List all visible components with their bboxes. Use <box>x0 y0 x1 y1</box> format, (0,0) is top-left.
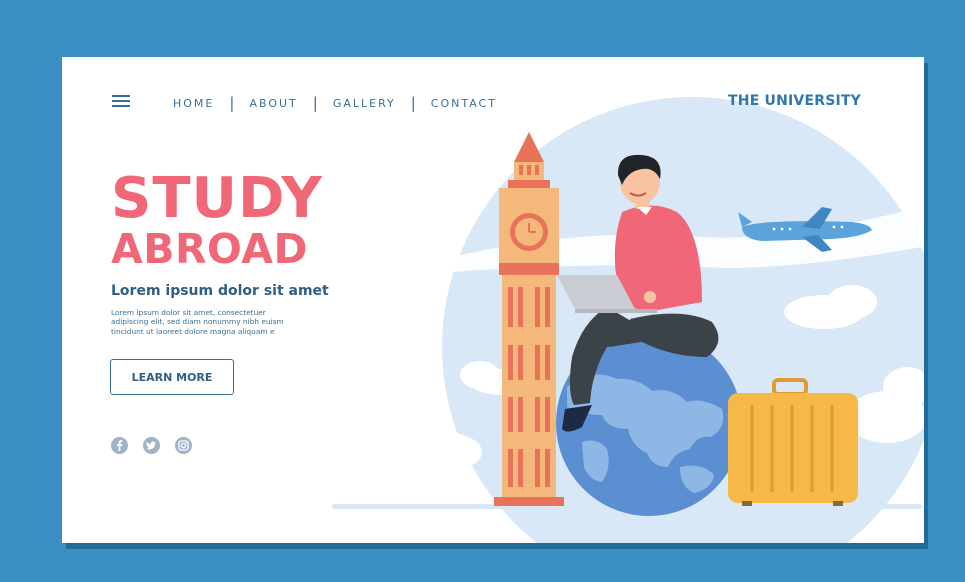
hero-illustration <box>332 97 924 543</box>
brand-name[interactable]: THE UNIVERSITY <box>728 93 861 109</box>
hero-title-line1: STUDY <box>111 166 323 231</box>
hamburger-menu-icon[interactable] <box>112 95 130 107</box>
nav-home[interactable]: HOME <box>173 97 214 110</box>
nav-separator: | <box>410 94 416 112</box>
nav-separator: | <box>312 94 318 112</box>
nav-contact[interactable]: CONTACT <box>431 97 497 110</box>
body-line: Lorem ipsum dolor sit amet, consectetuer <box>111 308 266 317</box>
twitter-icon[interactable] <box>143 437 160 454</box>
hero-body-text: Lorem ipsum dolor sit amet, consectetuer… <box>111 308 329 336</box>
body-line: adipiscing elit, sed diam nonummy nibh e… <box>111 317 284 327</box>
hero-title-line2: ABROAD <box>111 225 309 273</box>
main-nav: HOME | ABOUT | GALLERY | CONTACT <box>173 94 497 112</box>
suitcase <box>728 378 858 506</box>
landing-card: HOME | ABOUT | GALLERY | CONTACT THE UNI… <box>62 57 924 543</box>
clock-tower <box>494 132 564 506</box>
instagram-icon[interactable] <box>175 437 192 454</box>
nav-about[interactable]: ABOUT <box>249 97 297 110</box>
nav-separator: | <box>229 94 235 112</box>
hero-subtitle: Lorem ipsum dolor sit amet <box>111 283 329 299</box>
facebook-icon[interactable] <box>111 437 128 454</box>
learn-more-button[interactable]: LEARN MORE <box>110 359 234 395</box>
social-links <box>111 437 192 454</box>
body-line: tincidunt ut laoreet dolore magna aliqua… <box>111 326 275 336</box>
nav-gallery[interactable]: GALLERY <box>333 97 396 110</box>
